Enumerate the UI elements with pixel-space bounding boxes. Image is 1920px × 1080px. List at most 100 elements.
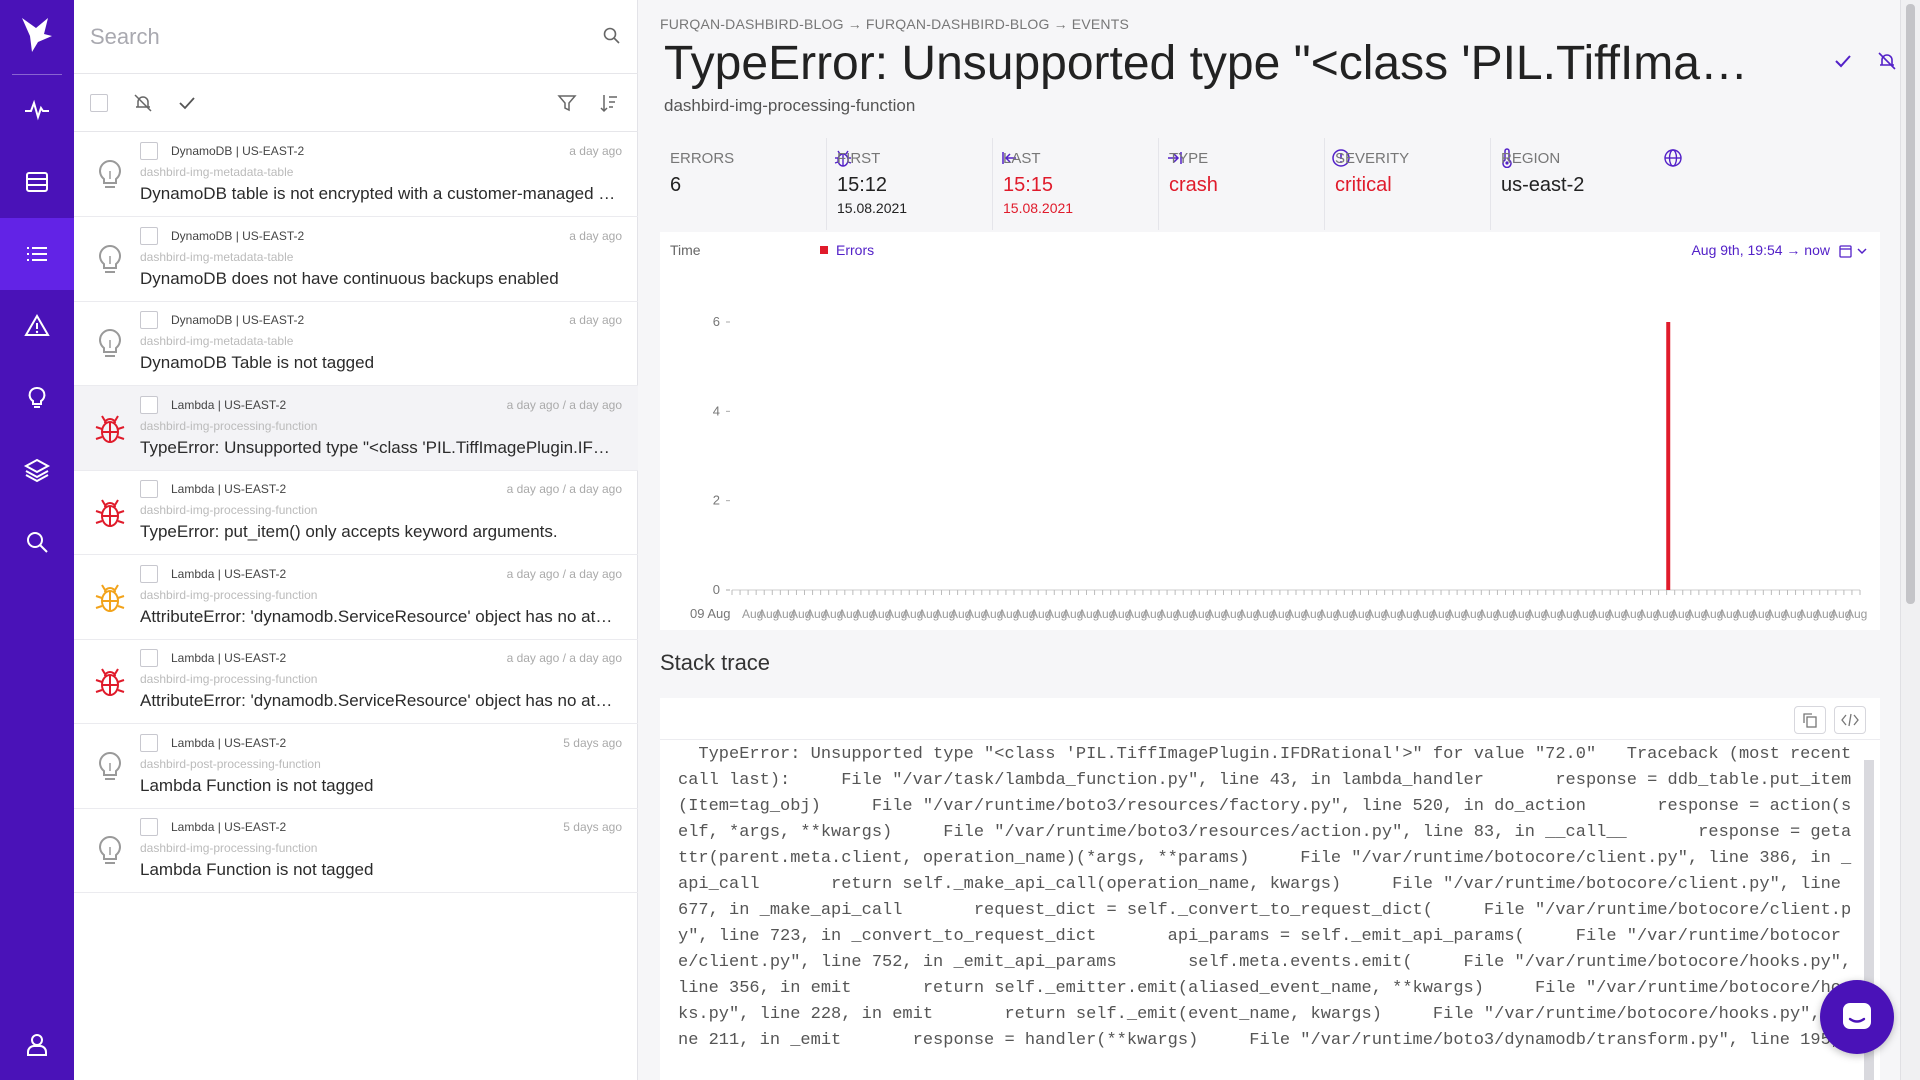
page-scrollbar-thumb[interactable] xyxy=(1906,4,1915,604)
stat-label: TYPE xyxy=(1169,150,1209,167)
breadcrumb-arrow: → xyxy=(1053,16,1068,32)
chat-icon xyxy=(1843,1003,1871,1029)
item-title: DynamoDB table is not encrypted with a c… xyxy=(140,184,616,203)
list-toolbar xyxy=(74,74,638,132)
item-title: TypeError: Unsupported type "<class 'PIL… xyxy=(140,437,616,457)
stat-label: LAST xyxy=(1003,150,1041,167)
item-checkbox[interactable] xyxy=(140,311,158,329)
item-time: a day ago xyxy=(569,144,622,158)
item-resource: dashbird-post-processing-function xyxy=(140,756,321,771)
item-resource: dashbird-img-processing-function xyxy=(140,418,318,433)
item-checkbox[interactable] xyxy=(140,142,158,160)
breadcrumb-events[interactable]: EVENTS xyxy=(1072,16,1129,32)
item-time: a day ago / a day ago xyxy=(506,482,622,496)
search-icon[interactable] xyxy=(602,26,622,46)
resolve-check-icon[interactable] xyxy=(176,92,198,114)
sort-icon[interactable] xyxy=(598,92,620,114)
globe-icon xyxy=(1663,148,1683,168)
event-list-pane: DynamoDB | US-EAST-2 a day ago dashbird-im… xyxy=(74,0,638,1080)
lightbulb-icon xyxy=(94,750,126,784)
bug-icon xyxy=(94,496,126,530)
server-icon[interactable] xyxy=(0,146,74,218)
item-time: a day ago / a day ago xyxy=(506,397,622,412)
item-source: DynamoDB | US-EAST-2 xyxy=(171,144,305,158)
item-checkbox[interactable] xyxy=(140,226,158,245)
lightbulb-icon xyxy=(94,243,126,277)
mute-bell-icon[interactable] xyxy=(1876,50,1898,72)
list-item[interactable]: DynamoDB | US-EAST-2 a day ago dashbird-im… xyxy=(74,217,638,302)
item-time: a day ago / a day ago xyxy=(506,651,622,665)
dashbird-logo-icon[interactable] xyxy=(18,14,56,54)
item-source: Lambda | US-EAST-2 xyxy=(171,566,287,581)
item-checkbox[interactable] xyxy=(140,564,158,583)
search-icon[interactable] xyxy=(0,506,74,578)
list-icon[interactable] xyxy=(0,218,74,290)
item-title: AttributeError: 'dynamodb.ServiceResourc… xyxy=(140,606,616,626)
item-checkbox[interactable] xyxy=(140,733,158,752)
mute-bell-icon[interactable] xyxy=(132,92,154,114)
item-checkbox[interactable] xyxy=(140,480,158,498)
chat-support-button[interactable] xyxy=(1820,980,1894,1054)
stack-trace-text[interactable]: TypeError: Unsupported type "<class 'PIL… xyxy=(678,742,1858,1080)
alert-icon[interactable] xyxy=(0,290,74,362)
item-title: DynamoDB does not have continuous backup… xyxy=(140,268,559,288)
activity-icon[interactable] xyxy=(0,74,74,146)
error-bar xyxy=(1666,322,1671,590)
stack-trace-heading: Stack trace xyxy=(660,650,771,675)
breadcrumb-project[interactable]: FURQAN-DASHBIRD-BLOG xyxy=(660,16,844,32)
calendar-icon[interactable] xyxy=(1838,242,1870,260)
main-nav xyxy=(0,0,74,1080)
breadcrumb-app[interactable]: FURQAN-DASHBIRD-BLOG xyxy=(866,16,1050,32)
list-item[interactable]: Lambda | US-EAST-2 a day ago / a day ago d… xyxy=(74,555,638,640)
stat-value: 15:12 xyxy=(837,174,888,196)
stat-label: ERRORS xyxy=(670,150,735,167)
item-title: DynamoDB Table is not tagged xyxy=(140,353,375,372)
chart-legend[interactable]: Errors xyxy=(820,242,874,258)
list-item[interactable]: Lambda | US-EAST-2 a day ago / a day ago d… xyxy=(74,470,638,555)
list-item[interactable]: Lambda | US-EAST-2 5 days ago dashbird-pos… xyxy=(74,724,638,809)
stat-region: REGION us-east-2 xyxy=(1490,138,1693,230)
item-checkbox[interactable] xyxy=(140,649,158,667)
errors-chart-card: Time Errors Aug 9th, 19:54 → now 0 2 4 6 09 … xyxy=(660,232,1880,630)
bug-icon xyxy=(94,665,126,699)
legend-label: Errors xyxy=(836,242,875,258)
user-icon[interactable] xyxy=(0,1008,74,1080)
search-input[interactable] xyxy=(90,18,560,56)
item-source: Lambda | US-EAST-2 xyxy=(171,482,287,496)
list-item[interactable]: Lambda | US-EAST-2 5 days ago dashbird-img… xyxy=(74,808,638,893)
resolve-check-icon[interactable] xyxy=(1832,50,1854,72)
function-name: dashbird-img-processing-function xyxy=(664,96,916,115)
code-view-icon[interactable] xyxy=(1834,706,1866,734)
item-source: Lambda | US-EAST-2 xyxy=(171,397,287,412)
lightbulb-icon xyxy=(94,834,126,868)
item-resource: dashbird-img-metadata-table xyxy=(140,249,294,264)
bug-icon xyxy=(94,581,126,615)
item-time: 5 days ago xyxy=(563,735,622,750)
select-all-checkbox[interactable] xyxy=(90,94,108,112)
time-range-selector[interactable]: Aug 9th, 19:54 → now xyxy=(1691,242,1830,258)
lightbulb-icon[interactable] xyxy=(0,362,74,434)
stat-value: critical xyxy=(1335,174,1392,196)
item-source: Lambda | US-EAST-2 xyxy=(171,820,287,834)
errors-chart: 024609 Aug AugAugAugAugAugAugAugAugAugAug… xyxy=(690,314,1867,621)
copy-icon[interactable] xyxy=(1794,706,1826,734)
legend-swatch xyxy=(820,246,828,254)
item-source: Lambda | US-EAST-2 xyxy=(171,735,287,750)
list-item[interactable]: Lambda | US-EAST-2 a day ago / a day ago d… xyxy=(74,639,638,724)
item-time: a day ago xyxy=(569,228,622,243)
x-tick-label: Aug xyxy=(1846,607,1867,621)
list-item[interactable]: Lambda | US-EAST-2 a day ago / a day ago d… xyxy=(74,385,638,471)
lightbulb-icon xyxy=(94,327,126,361)
list-item[interactable]: DynamoDB | US-EAST-2 a day ago dashbird-im… xyxy=(74,301,638,386)
item-time: 5 days ago xyxy=(563,820,622,834)
filter-icon[interactable] xyxy=(556,92,578,114)
item-time: a day ago xyxy=(569,313,622,327)
item-checkbox[interactable] xyxy=(140,395,158,414)
item-checkbox[interactable] xyxy=(140,818,158,836)
search-bar xyxy=(74,0,638,74)
page-scrollbar[interactable] xyxy=(1900,0,1920,1080)
breadcrumb-arrow: → xyxy=(847,16,862,32)
layers-icon[interactable] xyxy=(0,434,74,506)
x-tick-label: 09 Aug xyxy=(690,606,731,621)
list-item[interactable]: DynamoDB | US-EAST-2 a day ago dashbird-im… xyxy=(74,132,638,217)
